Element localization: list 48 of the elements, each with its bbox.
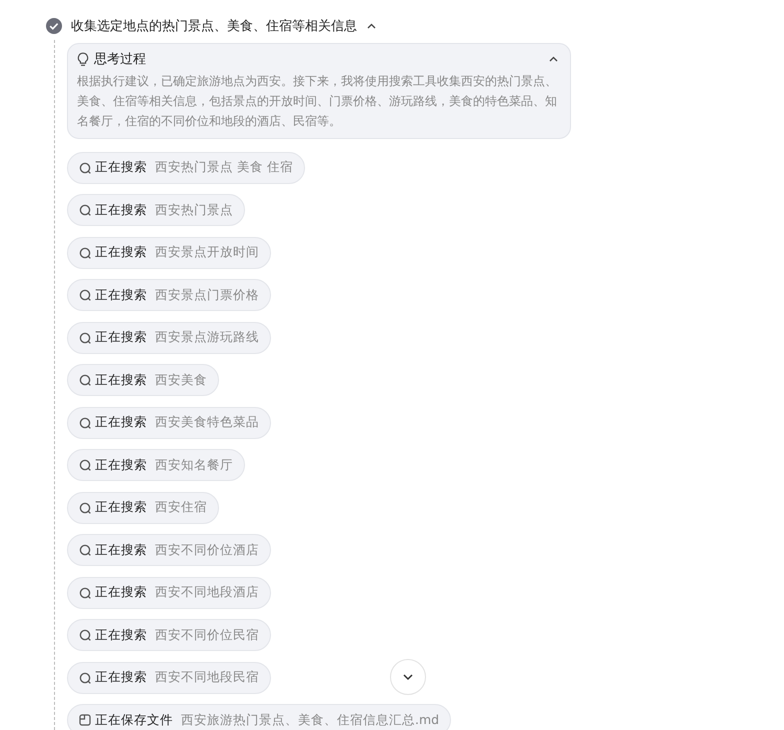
file-icon xyxy=(79,714,91,726)
search-query: 西安热门景点 美食 住宿 xyxy=(155,159,293,176)
action-label: 正在搜索 xyxy=(95,159,147,176)
search-query: 西安不同地段酒店 xyxy=(155,584,259,601)
search-icon xyxy=(79,162,91,174)
action-label: 正在搜索 xyxy=(95,456,147,474)
search-query: 西安不同价位酒店 xyxy=(155,542,259,558)
search-icon xyxy=(79,332,91,344)
action-label: 正在搜索 xyxy=(95,626,147,644)
search-icon xyxy=(79,629,91,641)
search-icon xyxy=(79,672,91,684)
search-query: 西安美食 xyxy=(155,372,207,388)
file-name: 西安旅游热门景点、美食、住宿信息汇总.md xyxy=(181,712,440,728)
thinking-text: 根据执行建议，已确定旅游地点为西安。接下来，我将使用搜索工具收集西安的热门景点、美食、住宿等相关信息，包括景点的开放时间、门票价格、游玩路线，美食的特色菜品、知名餐厅，住宿的不同价位和地段的酒店、民宿等。 xyxy=(77,73,558,130)
search-icon xyxy=(79,204,91,216)
action-label: 正在搜索 xyxy=(95,584,147,601)
search-query: 西安不同地段民宿 xyxy=(155,669,259,686)
scroll-down-button[interactable] xyxy=(390,659,426,695)
action-label: 正在搜索 xyxy=(95,329,147,346)
action-label: 正在搜索 xyxy=(95,499,147,516)
search-query: 西安美食特色菜品 xyxy=(155,414,259,431)
action-label: 正在搜索 xyxy=(95,286,147,304)
search-query: 西安知名餐厅 xyxy=(155,456,233,474)
lightbulb-icon xyxy=(77,52,89,66)
search-icon xyxy=(79,544,91,556)
search-query: 西安热门景点 xyxy=(155,202,233,218)
action-label: 正在搜索 xyxy=(95,414,147,431)
search-icon xyxy=(79,502,91,514)
search-icon xyxy=(79,374,91,386)
search-icon xyxy=(79,459,91,471)
search-query: 西安不同价位民宿 xyxy=(155,626,259,644)
chevron-down-icon xyxy=(402,673,414,681)
search-query: 西安住宿 xyxy=(155,499,207,516)
search-query: 西安景点游玩路线 xyxy=(155,329,259,346)
action-label: 正在搜索 xyxy=(95,669,147,686)
search-query: 西安景点门票价格 xyxy=(155,286,259,304)
action-label: 正在保存文件 xyxy=(95,712,173,728)
step-title: 收集选定地点的热门景点、美食、住宿等相关信息 xyxy=(71,18,357,35)
action-label: 正在搜索 xyxy=(95,372,147,388)
action-label: 正在搜索 xyxy=(95,244,147,261)
action-label: 正在搜索 xyxy=(95,542,147,558)
search-icon xyxy=(79,586,91,598)
search-icon xyxy=(79,416,91,428)
search-query: 西安景点开放时间 xyxy=(155,244,259,261)
search-icon xyxy=(79,246,91,258)
thinking-title: 思考过程 xyxy=(94,51,146,68)
search-icon xyxy=(79,289,91,301)
action-label: 正在搜索 xyxy=(95,202,147,218)
